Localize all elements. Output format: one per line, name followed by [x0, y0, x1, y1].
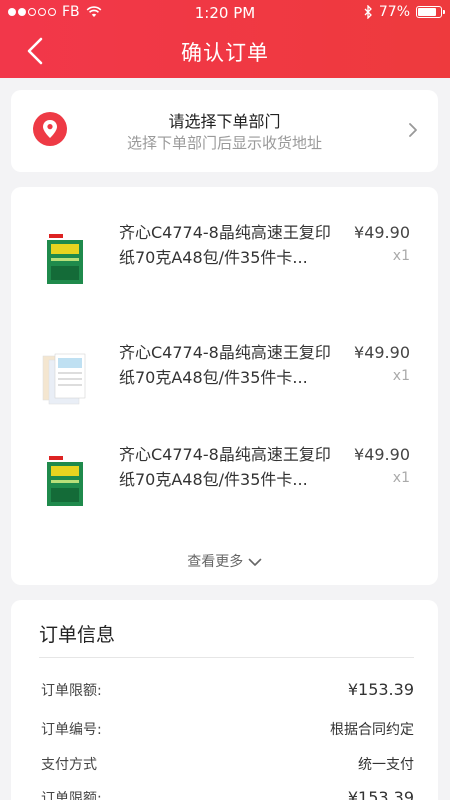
view-more-label: 查看更多	[187, 554, 244, 570]
list-item[interactable]: 齐心C4774-8晶纯高速王复印纸70克A48包/件35件卡... ¥49.90…	[11, 442, 438, 532]
product-name: 齐心C4774-8晶纯高速王复印纸70克A48包/件35件卡...	[119, 343, 331, 387]
row-label: 订单编号:	[41, 722, 102, 738]
product-name: 齐心C4774-8晶纯高速王复印纸70克A48包/件35件卡...	[119, 445, 331, 489]
list-item[interactable]: 齐心C4774-8晶纯高速王复印纸70克A48包/件35件卡... ¥49.90…	[11, 340, 438, 430]
goods-card: 齐心C4774-8晶纯高速王复印纸70克A48包/件35件卡... ¥49.90…	[11, 187, 438, 585]
divider	[39, 657, 414, 658]
department-selector[interactable]: 请选择下单部门 选择下单部门后显示收货地址	[11, 90, 438, 172]
bluetooth-icon	[364, 5, 372, 19]
nav-bar: 确认订单	[0, 24, 450, 78]
product-image	[47, 454, 83, 506]
chevron-down-icon	[248, 558, 262, 566]
product-price: ¥49.90	[354, 223, 410, 242]
product-name: 齐心C4774-8晶纯高速王复印纸70克A48包/件35件卡...	[119, 223, 331, 267]
product-quantity: x1	[392, 470, 410, 486]
order-info-row: 支付方式 统一支付	[41, 754, 414, 776]
battery-percent: 77%	[378, 4, 410, 20]
product-image	[42, 353, 86, 405]
order-info-card: 订单信息 订单限额: ¥153.39 订单编号: 根据合同约定 支付方式 统一支…	[11, 600, 438, 800]
product-price: ¥49.90	[354, 445, 410, 464]
row-label: 订单限额:	[41, 683, 102, 699]
product-image	[47, 232, 83, 284]
list-item[interactable]: 齐心C4774-8晶纯高速王复印纸70克A48包/件35件卡... ¥49.90…	[11, 220, 438, 310]
order-info-row: 订单编号: 根据合同约定	[41, 719, 414, 741]
product-price: ¥49.90	[354, 343, 410, 362]
department-subtitle: 选择下单部门后显示收货地址	[126, 134, 322, 152]
product-quantity: x1	[392, 248, 410, 264]
row-value: 统一支付	[358, 757, 414, 773]
row-value: ¥153.39	[347, 680, 414, 699]
chevron-right-icon	[409, 123, 417, 137]
row-value: 根据合同约定	[330, 722, 414, 738]
view-more-button[interactable]: 查看更多	[11, 551, 438, 571]
page-title: 确认订单	[181, 41, 269, 65]
row-label: 订单限额:	[41, 791, 102, 800]
product-quantity: x1	[392, 368, 410, 384]
row-value: ¥153.39	[347, 788, 414, 800]
header: FB 1:20 PM 77% 确认订单	[0, 0, 450, 78]
department-title: 请选择下单部门	[168, 112, 281, 131]
order-info-row: 订单限额: ¥153.39	[41, 680, 414, 702]
status-bar: FB 1:20 PM 77%	[0, 0, 450, 24]
battery-icon	[416, 6, 445, 18]
order-info-row: 订单限额: ¥153.39	[41, 788, 414, 800]
order-info-title: 订单信息	[39, 624, 116, 646]
row-label: 支付方式	[41, 757, 97, 773]
status-right: 77%	[363, 4, 445, 20]
